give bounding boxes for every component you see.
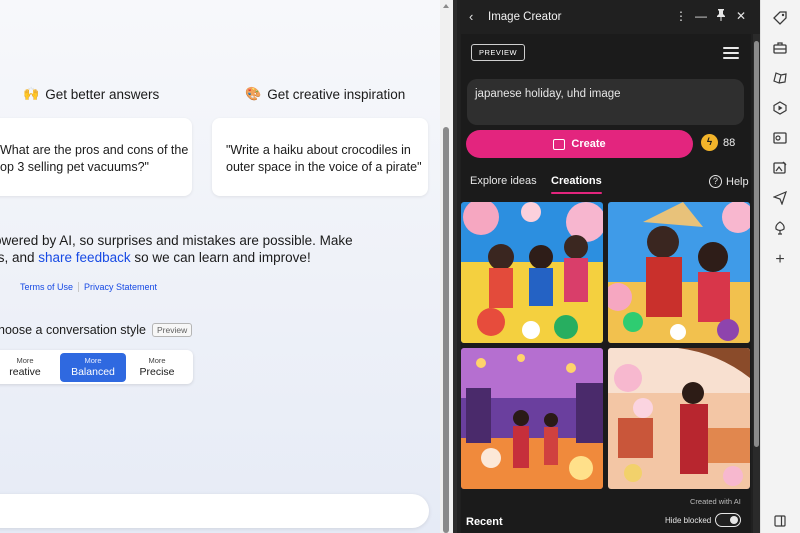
created-with-ai-label: Created with AI — [690, 497, 741, 506]
conversation-style-selector: More reative More Balanced More Precise — [0, 350, 193, 384]
boost-count: 88 — [723, 136, 736, 149]
style-precise-button[interactable]: More Precise — [124, 353, 190, 382]
send-icon[interactable] — [771, 190, 789, 209]
style-creative-name: reative — [9, 366, 41, 378]
conversation-style-title: hoose a conversation style Preview — [0, 323, 193, 337]
panel-scrollbar[interactable] — [753, 34, 760, 533]
image-creator-icon[interactable] — [771, 161, 789, 179]
boost-counter[interactable]: ϟ 88 — [701, 134, 735, 151]
add-icon[interactable]: + — [771, 251, 789, 269]
legal-links: Terms of Use Privacy Statement — [20, 282, 157, 292]
generated-image-2[interactable] — [608, 202, 750, 343]
creative-inspiration-heading: 🎨 Get creative inspiration — [245, 86, 405, 102]
sidebar-toggle-icon[interactable] — [771, 514, 789, 532]
terms-of-use-link[interactable]: Terms of Use — [20, 282, 73, 292]
toggle-knob — [730, 515, 738, 524]
chat-scrollbar-thumb[interactable] — [443, 127, 449, 533]
style-balanced-button[interactable]: More Balanced — [60, 353, 126, 382]
disclaimer-prefix: ts, and — [0, 250, 35, 265]
privacy-statement-link[interactable]: Privacy Statement — [84, 282, 157, 292]
chat-scrollbar[interactable] — [440, 0, 453, 533]
recent-heading: Recent — [466, 516, 503, 528]
style-precise-name: Precise — [139, 366, 175, 378]
panel-titlebar: ‹ Image Creator ⋮ — ✕ — [457, 0, 760, 34]
panel-scrollbar-thumb[interactable] — [754, 41, 759, 447]
prompt-input[interactable]: japanese holiday, uhd image — [467, 79, 744, 125]
panel-title: Image Creator — [488, 11, 562, 23]
tree-icon[interactable] — [771, 221, 789, 239]
palette-icon: 🎨 — [245, 86, 262, 101]
play-icon[interactable] — [771, 101, 789, 119]
creative-inspiration-heading-text: Get creative inspiration — [267, 86, 406, 102]
better-answers-heading: 🙌 Get better answers — [23, 86, 159, 102]
generated-image-2-art — [608, 202, 750, 343]
help-button[interactable]: ? Help — [709, 175, 749, 188]
example-prompt-card-2[interactable]: "Write a haiku about crocodiles in outer… — [212, 118, 428, 196]
raised-hands-icon: 🙌 — [23, 86, 40, 101]
hamburger-menu-icon[interactable] — [723, 47, 739, 59]
image-creator-panel: ‹ Image Creator ⋮ — ✕ PREVIEW japanese h… — [453, 0, 760, 533]
generated-image-1-art — [461, 202, 603, 343]
generated-image-4-art — [608, 348, 750, 489]
create-button-label: Create — [571, 138, 606, 150]
outlook-icon[interactable] — [771, 131, 789, 149]
briefcase-icon[interactable] — [771, 41, 789, 59]
tab-explore-ideas[interactable]: Explore ideas — [470, 175, 537, 187]
games-icon[interactable] — [771, 71, 789, 89]
share-feedback-link[interactable]: share feedback — [38, 250, 130, 265]
conversation-style-title-text: hoose a conversation style — [0, 323, 147, 337]
style-balanced-more: More — [84, 356, 102, 365]
card-1-line-1: What are the pros and cons of the — [0, 143, 189, 157]
help-icon: ? — [709, 175, 722, 188]
generated-image-3-art — [461, 348, 603, 489]
generated-image-3[interactable] — [461, 348, 603, 489]
ai-disclaimer: owered by AI, so surprises and mistakes … — [0, 232, 353, 266]
style-precise-more: More — [148, 356, 166, 365]
back-arrow-icon[interactable]: ‹ — [469, 9, 473, 24]
card-2-line-2: outer space in the voice of a pirate" — [226, 160, 422, 174]
better-answers-heading-text: Get better answers — [45, 86, 160, 102]
legal-links-divider — [78, 282, 80, 292]
style-creative-more: More — [16, 356, 34, 365]
create-button[interactable]: Create — [466, 130, 693, 158]
chat-pane: 🙌 Get better answers 🎨 Get creative insp… — [0, 0, 440, 533]
chat-input-box[interactable] — [0, 494, 429, 528]
generated-image-1[interactable] — [461, 202, 603, 343]
disclaimer-suffix: so we can learn and improve! — [130, 250, 311, 265]
boost-coin-icon: ϟ — [701, 134, 718, 151]
preview-tag: Preview — [152, 323, 193, 337]
style-creative-button[interactable]: More reative — [0, 353, 58, 382]
pin-icon[interactable] — [714, 9, 728, 24]
image-creator-content: PREVIEW japanese holiday, uhd image Crea… — [461, 34, 751, 533]
edge-sidebar-rail: + — [760, 0, 800, 533]
tag-icon[interactable] — [771, 11, 789, 29]
disclaimer-line-2: ts, and share feedback so we can learn a… — [0, 249, 353, 266]
generated-image-4[interactable] — [608, 348, 750, 489]
minimize-icon[interactable]: — — [694, 9, 708, 23]
style-balanced-name: Balanced — [71, 366, 115, 378]
disclaimer-line-1: owered by AI, so surprises and mistakes … — [0, 233, 353, 248]
hide-blocked-toggle[interactable] — [715, 513, 741, 527]
card-2-line-1: "Write a haiku about crocodiles in — [226, 143, 411, 157]
preview-badge: PREVIEW — [471, 44, 526, 61]
help-label: Help — [726, 175, 749, 188]
card-1-line-2: op 3 selling pet vacuums?" — [0, 160, 149, 174]
tab-creations[interactable]: Creations — [551, 175, 602, 194]
create-image-icon — [553, 138, 566, 150]
scroll-up-arrow-icon[interactable] — [443, 4, 449, 8]
hide-blocked-label: Hide blocked — [665, 516, 712, 525]
close-icon[interactable]: ✕ — [734, 9, 748, 23]
more-options-icon[interactable]: ⋮ — [674, 9, 688, 23]
example-prompt-card-1[interactable]: What are the pros and cons of the op 3 s… — [0, 118, 192, 196]
